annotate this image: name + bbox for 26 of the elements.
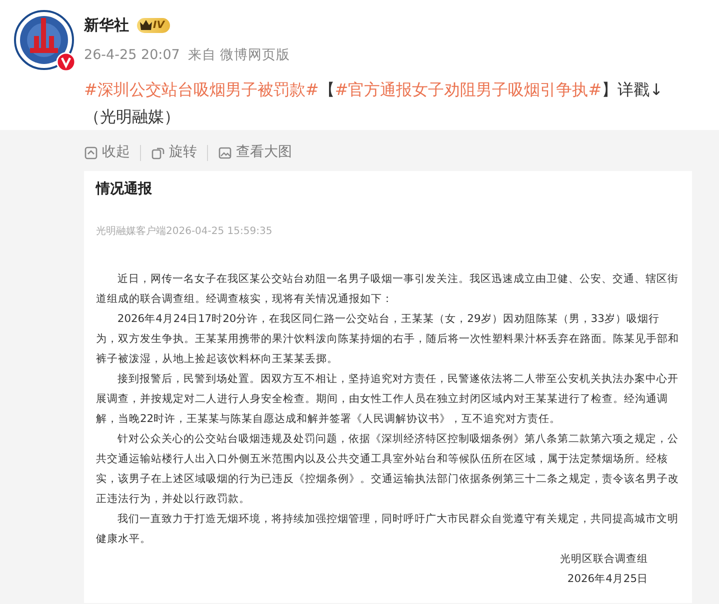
document-date: 2026年4月25日 [566,571,649,587]
hashtag-link[interactable]: #深圳公交站台吸烟男子被罚款# [84,80,319,99]
collapse-icon [84,146,98,160]
author-name[interactable]: 新华社 [84,14,129,36]
hashtag-link[interactable]: #官方通报女子劝阻男子吸烟引争执# [334,80,602,99]
image-action-button[interactable]: 查看大图 [208,142,302,163]
rotate-icon [151,146,165,160]
level-badge: IV [137,18,170,33]
document-paragraph: 我们一直致力于打造无烟环境，将持续加强控烟管理，同时呼吁广大市民群众自觉遵守有关规定，共同提高城市文明健康水平。 [96,511,680,547]
post-text: （光明融媒） [84,107,180,126]
image-action-button[interactable]: 旋转 [141,142,207,163]
post-source: 来自 微博网页版 [188,46,290,64]
post-text: 【 [318,80,335,99]
document-paragraph: 接到报警后，民警到场处置。因双方互不相让，坚持追究对方责任，民警遂依法将二人带至公安机关执法办案中心开展调查，并按规定对二人进行人身安全检查。期间，由女性工作人员在独立封闭区域内对王某某进行了检查。经沟通调解，当晚22时许，王某某与陈某自愿达成和解并签署《人民调解协议书》，互不追究对方责任。 [96,371,680,427]
crown-icon [139,19,153,32]
avatar-logo-icon[interactable] [14,10,74,70]
image-action-button[interactable]: 收起 [84,142,140,163]
signature: 光明区联合调查组 [559,551,649,567]
document-paragraph: 近日，网传一名女子在我区某公交站台劝阻一名男子吸烟一事引发关注。我区迅速成立由卫健、公安、交通、辖区街道组成的联合调查组。经调查核实，现将有关情况通报如下： [96,271,680,307]
document-paragraph: 2026年4月24日17时20分许，在我区同仁路一公交站台，王某某（女，29岁）因劝阻陈某（男，33岁）吸烟行为，双方发生争执。王某某用携带的果汁饮料泼向陈某持烟的右手，随后将一次性塑料果汁杯丢弃在路面。陈某见手部和裤子被泼湿，从地上捡起该饮料杯向王某某丢掷。 [96,311,680,367]
document-paragraph: 针对公众关心的公交站台吸烟违规及处罚问题，依据《深圳经济特区控制吸烟条例》第八条第二款第六项之规定，公共交通运输站楼行人出入口外侧五米范围内以及公共交通工具室外站台和等候队伍所在区域，属于法定禁烟场所。经核实，该男子在上述区域吸烟的行为已违反《控烟条例》。交通运输执法部门依据条例第三十二条之规定，责令该名男子改正违法行为，并处以行政罚款。 [96,431,680,507]
post-text: 】详戳↓ [602,80,664,99]
image-icon [218,146,232,160]
document-title: 情况通报 [96,180,153,199]
post-time[interactable]: 26-4-25 20:07 [84,44,180,65]
document-byline: 光明融媒客户端2026-04-25 15:59:35 [96,224,274,239]
